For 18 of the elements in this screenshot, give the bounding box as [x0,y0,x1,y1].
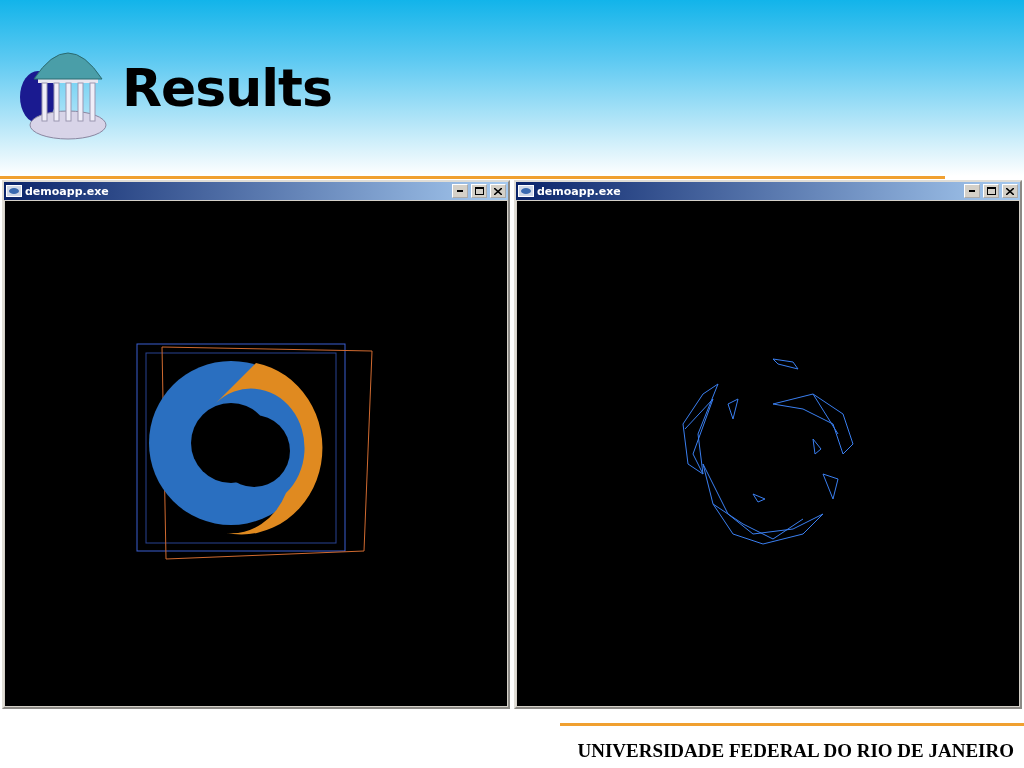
maximize-button[interactable] [983,184,999,198]
slide-title: Results [122,58,332,118]
app-icon [518,185,534,197]
minimize-button[interactable] [452,184,468,198]
maximize-button[interactable] [471,184,487,198]
app-icon [6,185,22,197]
maximize-icon [986,187,996,195]
close-icon [494,187,502,195]
minimize-icon [457,190,463,192]
maximize-icon [474,187,484,195]
minimize-icon [969,190,975,192]
window-title: demoapp.exe [25,184,110,198]
close-button[interactable] [1002,184,1018,198]
slide-footer: UNIVERSIDADE FEDERAL DO RIO DE JANEIRO [577,740,1014,762]
minimize-button[interactable] [964,184,980,198]
close-icon [1006,187,1014,195]
window-title: demoapp.exe [537,184,622,198]
close-button[interactable] [490,184,506,198]
